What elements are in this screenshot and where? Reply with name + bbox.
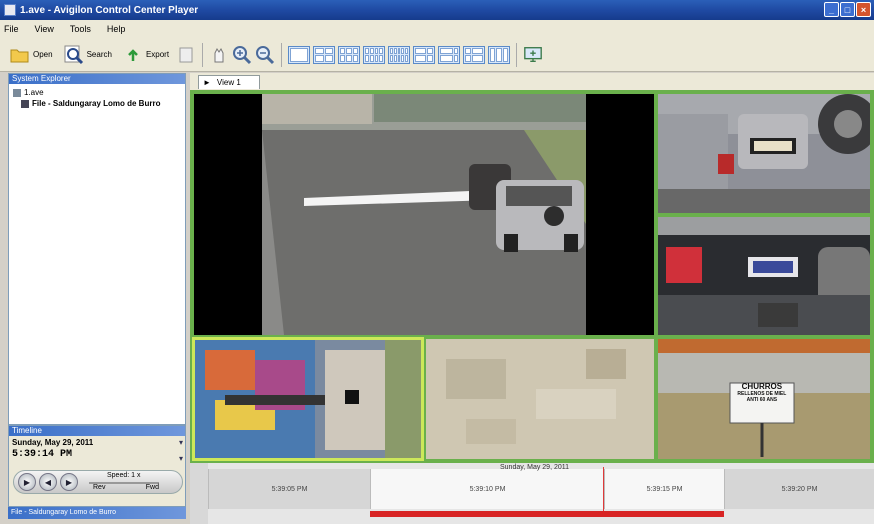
tree-file-node[interactable]: File - Saldungaray Lomo de Burro <box>13 98 181 109</box>
timeline-segment: 5:39:10 PM <box>370 469 604 509</box>
layout-wide-button[interactable] <box>488 45 511 64</box>
system-tree: 1.ave File - Saldungaray Lomo de Burro <box>9 84 185 112</box>
fwd-label: Fwd <box>145 484 159 491</box>
video-tile-car-1[interactable] <box>656 92 872 215</box>
layout-4x4-button[interactable] <box>363 45 386 64</box>
car-rear-plate-image <box>658 217 870 335</box>
system-explorer-header: System Explorer <box>9 74 185 84</box>
export-button[interactable]: Export <box>119 42 173 68</box>
video-tile-graffiti[interactable] <box>192 337 424 461</box>
step-back-button[interactable]: ◀ <box>39 473 57 491</box>
open-button[interactable]: Open <box>6 42 57 68</box>
tick-label: 5:39:05 PM <box>271 485 308 493</box>
recording-bar <box>370 511 724 517</box>
street-scene-image <box>194 94 654 335</box>
monitor-icon[interactable] <box>523 45 543 65</box>
close-button[interactable]: × <box>856 2 871 17</box>
zoom-in-icon[interactable] <box>232 45 252 65</box>
sign-line-3: ANTI 60 ANS <box>746 397 778 404</box>
layout-2x2-button[interactable] <box>313 45 336 64</box>
textured-wall-image <box>426 339 654 459</box>
timeline-segment: 5:39:20 PM <box>724 469 874 509</box>
timeline-header: Timeline <box>9 426 185 436</box>
video-tile-wall[interactable] <box>424 337 656 461</box>
step-forward-button[interactable]: ▶ <box>60 473 78 491</box>
tab-view-1-label: View 1 <box>216 78 241 87</box>
title-bar: 1.ave - Avigilon Control Center Player _… <box>0 0 874 20</box>
tab-arrow-icon: ► <box>203 78 211 87</box>
export-icon <box>123 45 143 65</box>
export-button-label: Export <box>145 50 170 59</box>
window-controls: _ □ × <box>824 2 871 17</box>
layout-1x1-button[interactable] <box>288 45 311 64</box>
window-title: 1.ave - Avigilon Control Center Player <box>20 4 199 16</box>
car-rear-image <box>658 94 870 213</box>
camera-icon <box>21 99 29 108</box>
camera-status-strip: File - Saldungaray Lomo de Burro <box>8 507 186 519</box>
rev-label: Rev <box>93 484 106 491</box>
playback-controls: ▶ ◀ ▶ Speed: 1 x Rev Fwd <box>13 470 183 494</box>
sign-line-1: CHURROS <box>741 382 783 392</box>
menu-view[interactable]: View <box>35 24 54 34</box>
timeline-zoom-strip[interactable] <box>190 463 208 524</box>
timeline-date: Sunday, May 29, 2011 <box>12 438 94 447</box>
search-button[interactable]: Search <box>60 42 116 68</box>
tick-label: 5:39:20 PM <box>781 485 818 493</box>
open-button-label: Open <box>33 50 53 59</box>
tree-root-label: 1.ave <box>24 88 44 97</box>
tree-root-node[interactable]: 1.ave <box>13 87 181 98</box>
timeline-track[interactable]: 5:39:05 PM 5:39:10 PM 5:39:15 PM 5:39:20… <box>190 463 874 524</box>
pan-hand-icon[interactable] <box>209 45 229 65</box>
archive-icon <box>13 88 21 97</box>
maximize-button[interactable]: □ <box>840 2 855 17</box>
toolbar: Open Search Export <box>0 38 874 72</box>
zoom-out-icon[interactable] <box>255 45 275 65</box>
expand-icon[interactable]: ▾ <box>179 438 183 447</box>
speed-label: Speed: 1 x <box>107 472 141 479</box>
timeline-segment: 5:39:05 PM <box>208 469 370 509</box>
toolbar-separator <box>281 42 283 67</box>
playhead-cursor[interactable] <box>603 467 604 511</box>
layout-1plus7-button[interactable] <box>438 45 461 64</box>
timeline-time: 5:39:14 PM <box>12 449 73 460</box>
toolbar-separator <box>516 42 518 67</box>
search-button-label: Search <box>86 50 112 59</box>
tick-label: 5:39:15 PM <box>646 485 683 493</box>
tab-view-1[interactable]: ► View 1 <box>198 75 260 89</box>
video-tile-car-2[interactable] <box>656 215 872 337</box>
play-button[interactable]: ▶ <box>18 473 36 491</box>
expand-icon[interactable]: ▾ <box>179 454 183 463</box>
search-icon <box>64 45 84 65</box>
graffiti-wall-image <box>195 340 421 458</box>
menu-tools[interactable]: Tools <box>70 24 91 34</box>
minimize-button[interactable]: _ <box>824 2 839 17</box>
timeline-panel: Timeline Sunday, May 29, 2011 ▾ 5:39:14 … <box>8 425 186 507</box>
layout-3x3-button[interactable] <box>338 45 361 64</box>
layout-1plus5-button[interactable] <box>413 45 436 64</box>
video-tile-sign[interactable]: CHURROS RELLENOS DE MIEL ANTI 60 ANS <box>656 337 872 461</box>
menu-file[interactable]: File <box>4 24 19 34</box>
timeline-date-label: Sunday, May 29, 2011 <box>500 464 570 471</box>
menu-bar: File View Tools Help <box>0 20 874 38</box>
timeline-segment: 5:39:15 PM <box>604 469 724 509</box>
speed-slider[interactable]: Speed: 1 x Rev Fwd <box>89 472 159 492</box>
video-grid: CHURROS RELLENOS DE MIEL ANTI 60 ANS <box>190 90 874 463</box>
sign-text: CHURROS RELLENOS DE MIEL ANTI 60 ANS <box>730 382 794 404</box>
layout-custom-button[interactable] <box>463 45 486 64</box>
toolbar-separator <box>202 42 204 67</box>
snapshot-icon[interactable] <box>176 45 196 65</box>
video-tile-main[interactable] <box>192 92 656 337</box>
menu-help[interactable]: Help <box>107 24 126 34</box>
system-explorer-panel: System Explorer 1.ave File - Saldungaray… <box>8 73 186 425</box>
layout-5x5-button[interactable] <box>388 45 411 64</box>
view-tabbar: ► View 1 <box>190 73 874 90</box>
folder-icon <box>10 45 30 65</box>
tick-label: 5:39:10 PM <box>469 485 506 493</box>
tree-file-label: File - Saldungaray Lomo de Burro <box>32 99 161 108</box>
app-icon <box>4 4 16 16</box>
